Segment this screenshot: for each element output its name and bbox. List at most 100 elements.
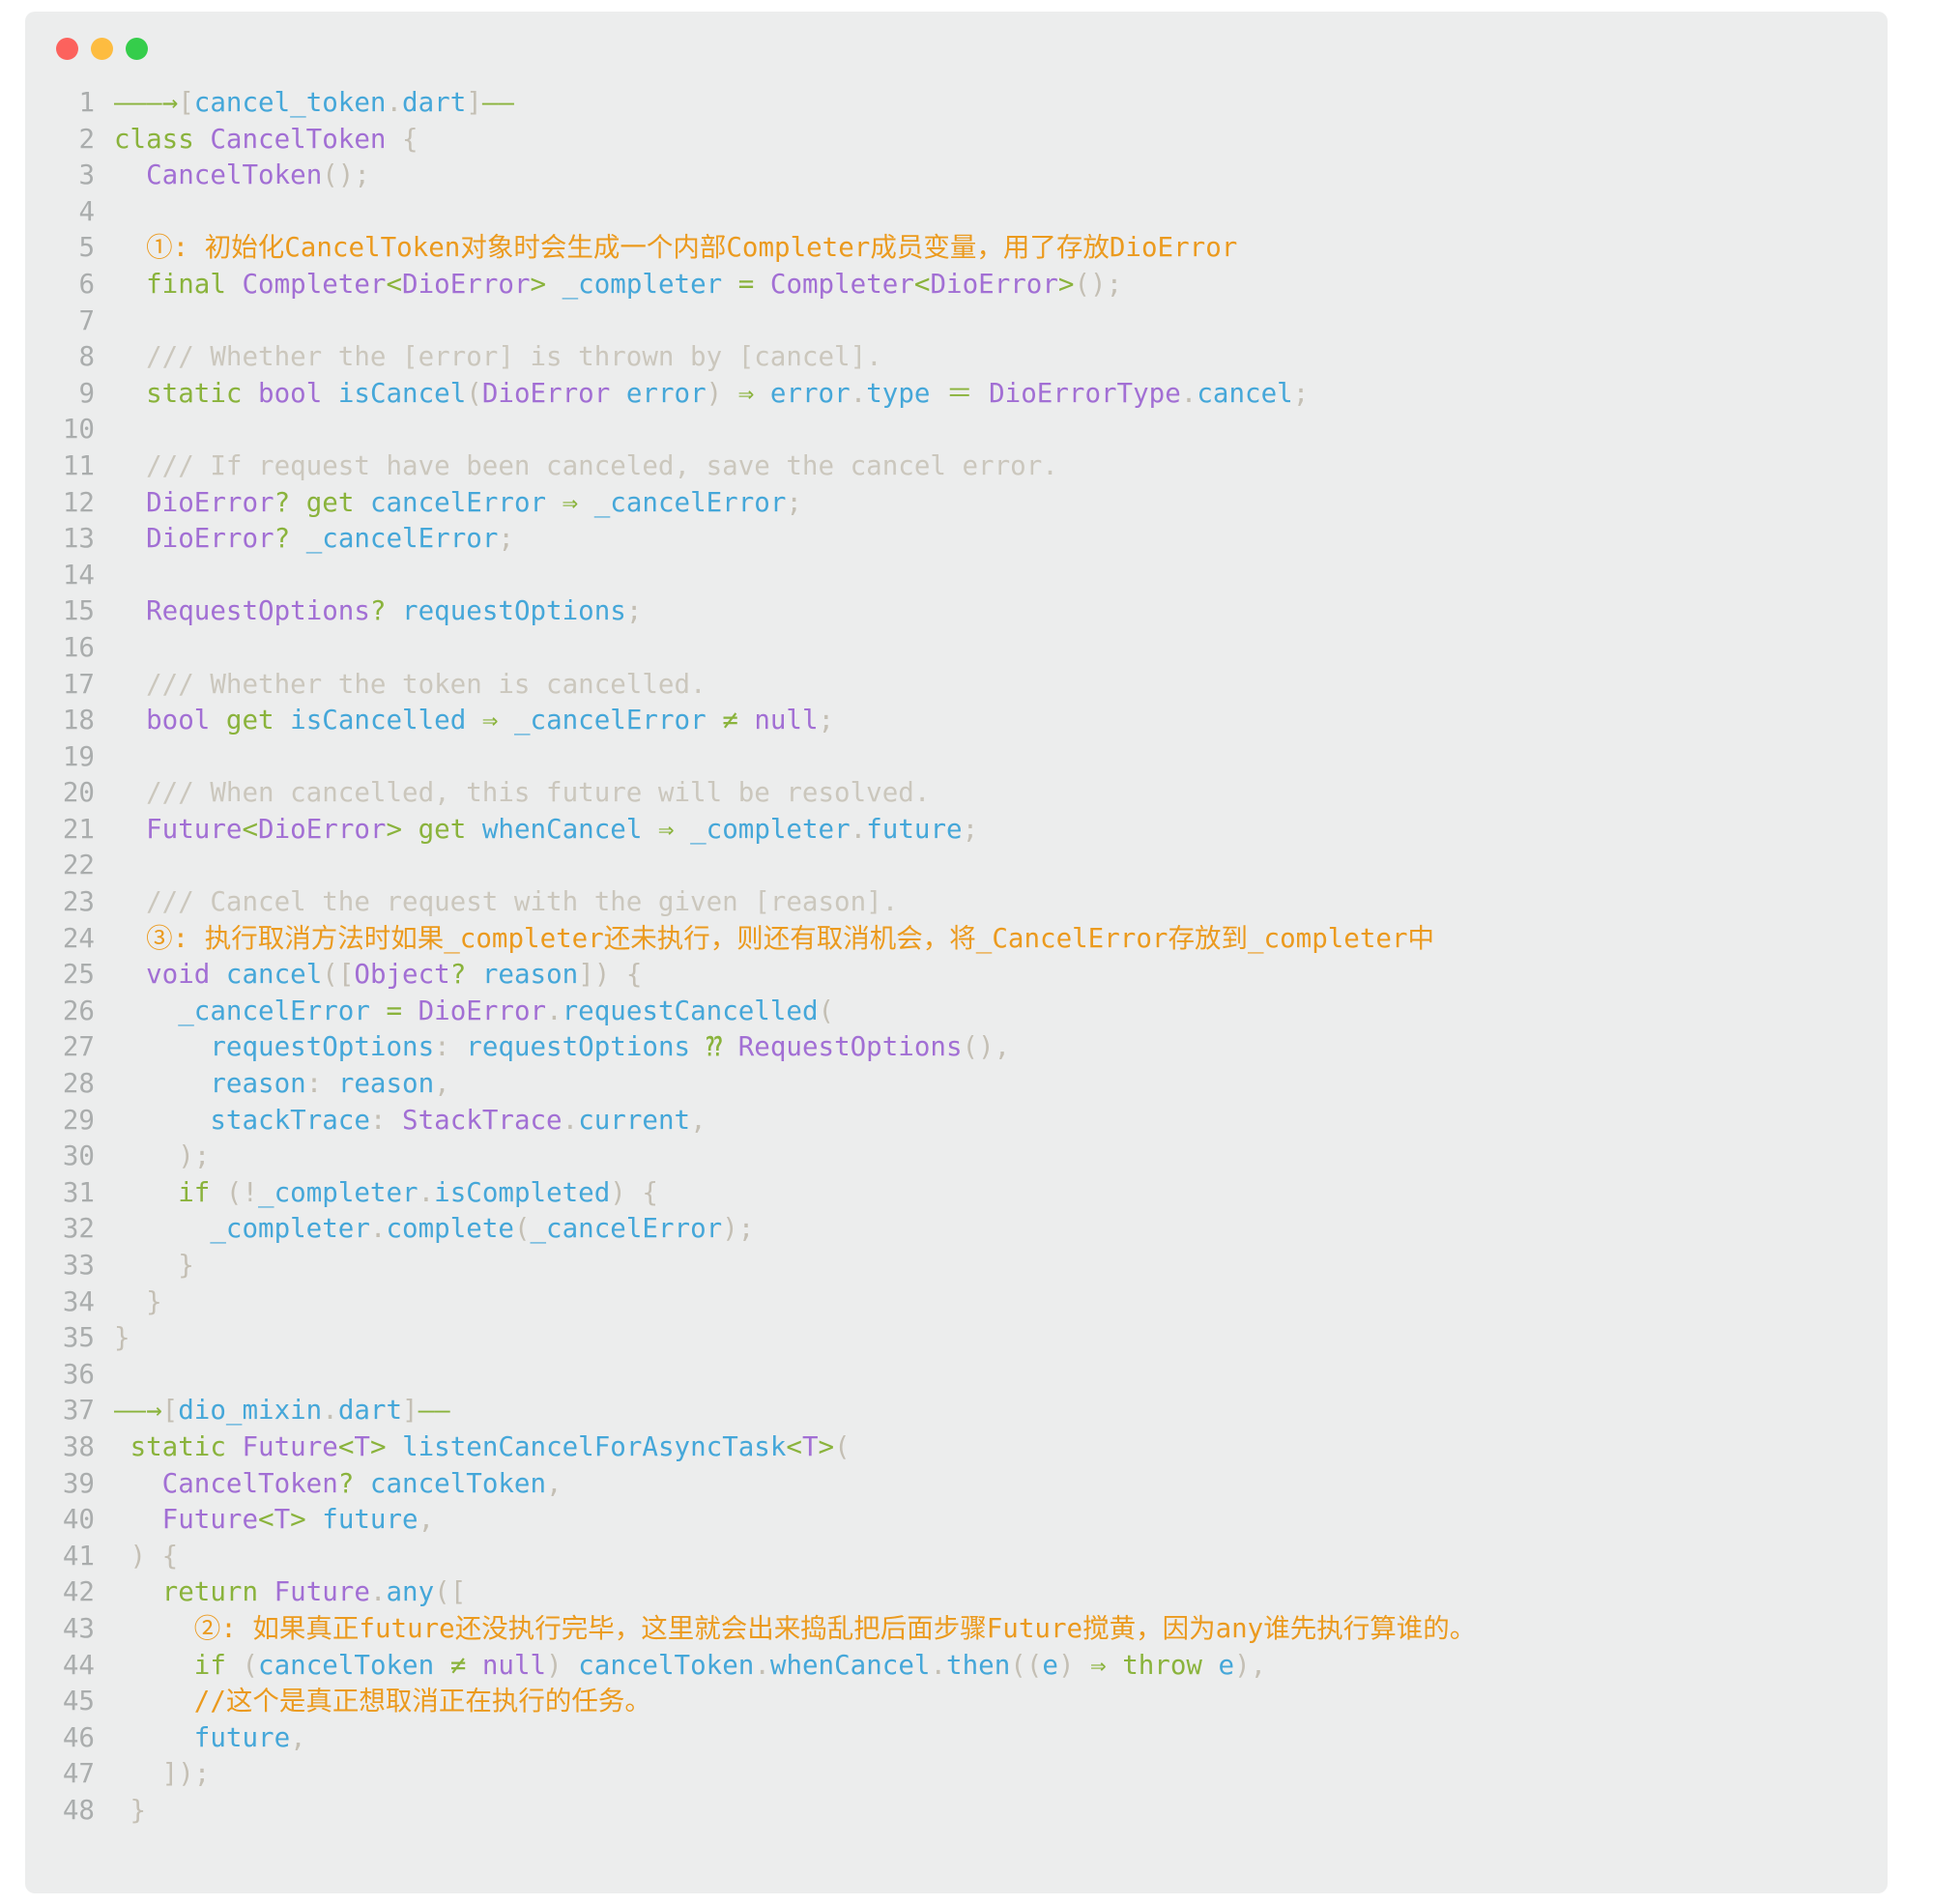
code-token-pun [114,1468,162,1499]
line-number: 16 [62,631,95,663]
code-token-pun [402,814,418,845]
code-token-id: requestOptions [210,1031,435,1063]
line-number: 13 [62,523,95,555]
window-titlebar [25,12,1888,85]
code-line: 37 ——→[dio_mixin.dart]—— [35,1393,1888,1429]
code-token-typ: StackTrace [402,1104,563,1136]
code-token-pun: (); [322,159,370,191]
code-token-typ: DioError [146,486,274,518]
code-token-pun: . [546,995,563,1026]
code-line: 18 bool get isCancelled ⇒ _cancelError ≠… [35,703,1888,739]
code-token-typ: Future [161,1504,259,1536]
code-token-id: cancel [1197,377,1293,409]
code-token-pun [114,269,146,300]
code-line: 15 RequestOptions? requestOptions; [35,593,1888,630]
code-line: 6 final Completer<DioError> _completer =… [35,267,1888,303]
code-token-pun [722,269,738,300]
code-token-id: listenCancelForAsyncTask [402,1430,787,1462]
code-token-kw: throw [1122,1649,1219,1681]
code-token-id: _completer [562,268,723,300]
minimize-button-icon[interactable] [91,37,113,60]
line-number: 14 [62,559,95,591]
code-token-kw: < [337,1430,355,1462]
code-token-pun [114,1722,194,1753]
code-token-pun [114,959,146,990]
code-token-pun: . [369,1576,387,1608]
line-number: 42 [62,1576,95,1608]
line-number: 44 [62,1649,95,1681]
line-number: 25 [62,959,95,991]
code-token-pun: ) [546,1649,579,1681]
code-token-id: cancel_token [193,87,387,118]
code-token-com: /// Cancel the request with the given [r… [114,886,899,918]
code-token-pun [290,523,306,554]
code-token-pun: ] [466,87,482,118]
line-number: 17 [62,668,95,700]
code-token-pun: } [114,1250,194,1281]
close-button-icon[interactable] [56,37,78,60]
code-token-typ: Completer [769,268,914,300]
code-token-pun: ]) { [578,959,643,991]
code-token-id: _cancelError [178,995,370,1026]
code-line: 44 if (cancelToken ≠ null) cancelToken.w… [35,1648,1888,1685]
code-token-id: requestOptions [402,595,626,627]
line-number: 26 [62,995,95,1026]
code-token-kw: ? [449,959,467,991]
code-token-pun: ; [818,705,835,736]
line-number: 33 [62,1250,95,1281]
code-line: 31 if (!_completer.isCompleted) { [35,1175,1888,1212]
code-token-id: _cancelError [513,705,707,736]
code-window: 1 ———→[cancel_token.dart]—— 2 class CancelT… [25,12,1888,1893]
code-line: 32 _completer.complete(_cancelError); [35,1211,1888,1248]
code-token-pun: : [369,1104,387,1136]
code-token-kw: get [418,813,482,845]
code-token-typ: DioError [258,813,387,845]
code-token-typ: CancelToken [146,159,323,191]
code-token-typ: T [274,1504,291,1536]
code-token-pun [387,1431,403,1462]
code-token-id: current [578,1104,691,1136]
code-token-pun: (! [210,1176,259,1208]
line-number: 19 [62,740,95,772]
code-token-note: ③: 执行取消方法时如果_completer还未执行，则还有取消机会，将_Can… [114,922,1435,954]
code-token-id: _cancelError [593,486,787,518]
code-token-typ: Future [242,1430,338,1462]
code-token-pun [450,1031,467,1062]
code-token-kw: < [242,813,259,845]
code-token-op: ＝ [930,377,990,409]
code-token-kw: ? [369,595,387,627]
code-token-arrow: ——→ [114,1395,162,1427]
line-number: 41 [62,1540,95,1572]
code-token-kw: final [146,268,243,300]
code-token-pun: ; [786,486,802,518]
code-token-id: whenCancel [481,813,643,845]
code-line: 19 [35,739,1888,776]
code-token-pun: . [754,1649,770,1681]
code-token-pun: ([ [434,1576,467,1608]
code-line: 45 //这个是真正想取消正在执行的任务。 [35,1684,1888,1720]
code-token-pun: : [305,1068,323,1100]
code-token-kw: < [913,268,931,300]
maximize-button-icon[interactable] [126,37,148,60]
code-token-kw: > [386,813,403,845]
line-number: 23 [62,886,95,918]
code-token-id: _completer [210,1213,370,1245]
line-number: 9 [78,377,95,409]
code-token-pun: ; [625,595,643,627]
line-number: 27 [62,1031,95,1063]
code-line: 2 class CancelToken { [35,122,1888,159]
code-token-kw: > [1057,268,1075,300]
code-token-pun [114,523,146,554]
code-line: 20 /// When cancelled, this future will … [35,775,1888,812]
code-token-com: /// Whether the token is cancelled. [114,668,707,700]
code-token-pun: } [114,1285,162,1317]
line-number: 24 [62,922,95,954]
line-number: 4 [78,195,95,227]
code-line: 17 /// Whether the token is cancelled. [35,667,1888,704]
code-token-pun [386,1105,402,1136]
code-token-kw: get [225,705,291,736]
code-token-pun: } [114,1322,130,1354]
code-token-kw: > [290,1504,306,1536]
code-token-op: ⇒ [722,377,770,409]
code-token-pun: : [434,1031,450,1063]
